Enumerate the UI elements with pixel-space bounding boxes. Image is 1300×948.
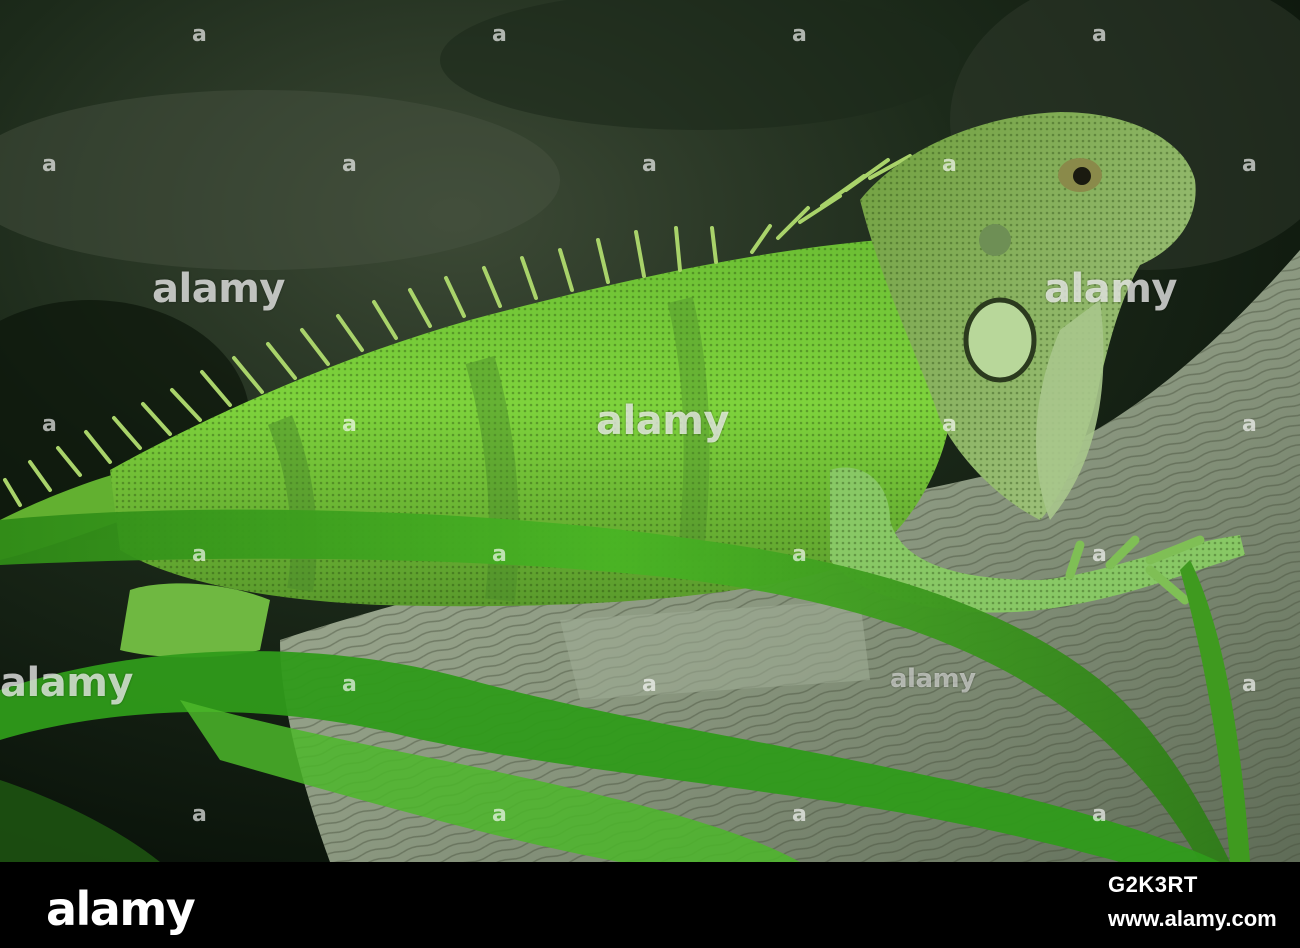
- watermark-mark: a: [492, 542, 507, 567]
- watermark-mark: a: [1092, 802, 1107, 827]
- watermark-mark: a: [492, 22, 507, 47]
- watermark-mark: a: [192, 22, 207, 47]
- watermark-mark: a: [942, 412, 957, 437]
- watermark-right: alamy: [1044, 266, 1177, 312]
- watermark-mark: a: [42, 412, 57, 437]
- watermark-mark: a: [42, 152, 57, 177]
- watermark-mark: a: [792, 542, 807, 567]
- site-url: www.alamy.com: [1108, 906, 1277, 931]
- watermark-mark: a: [1092, 22, 1107, 47]
- watermark-mark: a: [1242, 412, 1257, 437]
- watermark-mark: a: [192, 542, 207, 567]
- watermark-center: alamy: [596, 398, 729, 444]
- alamy-logo: alamy: [46, 882, 196, 936]
- watermark-mark: a: [1092, 542, 1107, 567]
- watermark-mark: a: [342, 412, 357, 437]
- watermark-mark: a: [492, 802, 507, 827]
- watermark-mark: a: [942, 152, 957, 177]
- watermark-mark: a: [792, 22, 807, 47]
- iguana-photo: alamy alamy alamy alamy alamy a a a a a …: [0, 0, 1300, 862]
- watermark-mark: a: [192, 802, 207, 827]
- watermark-left: alamy: [152, 266, 285, 312]
- stock-photo-frame: alamy alamy alamy alamy alamy a a a a a …: [0, 0, 1300, 948]
- footer-bar: alamy G2K3RT www.alamy.com: [0, 862, 1300, 948]
- watermark-mark: a: [642, 672, 657, 697]
- watermark-mark: a: [642, 152, 657, 177]
- watermark-bottom-left: alamy: [0, 660, 133, 706]
- watermark-mark: a: [342, 152, 357, 177]
- watermark-mark: a: [1242, 152, 1257, 177]
- watermark-mark: a: [1242, 672, 1257, 697]
- watermark-bottom-right: alamy: [890, 664, 976, 694]
- watermark-mark: a: [342, 672, 357, 697]
- watermark-mark: a: [792, 802, 807, 827]
- image-id: G2K3RT: [1108, 872, 1198, 897]
